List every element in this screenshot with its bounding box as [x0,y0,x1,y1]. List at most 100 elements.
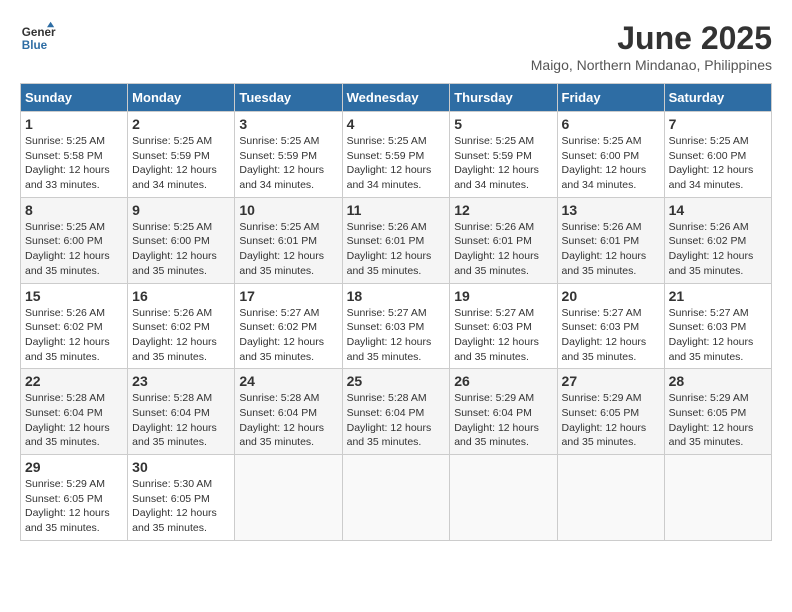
calendar-cell: 6 Sunrise: 5:25 AM Sunset: 6:00 PM Dayli… [557,112,664,198]
calendar-cell: 13 Sunrise: 5:26 AM Sunset: 6:01 PM Dayl… [557,197,664,283]
day-number: 19 [454,288,552,304]
calendar-cell: 7 Sunrise: 5:25 AM Sunset: 6:00 PM Dayli… [664,112,771,198]
calendar-cell: 22 Sunrise: 5:28 AM Sunset: 6:04 PM Dayl… [21,369,128,455]
calendar-cell: 9 Sunrise: 5:25 AM Sunset: 6:00 PM Dayli… [128,197,235,283]
calendar-cell: 19 Sunrise: 5:27 AM Sunset: 6:03 PM Dayl… [450,283,557,369]
calendar-cell: 21 Sunrise: 5:27 AM Sunset: 6:03 PM Dayl… [664,283,771,369]
calendar-cell: 10 Sunrise: 5:25 AM Sunset: 6:01 PM Dayl… [235,197,342,283]
day-info: Sunrise: 5:25 AM Sunset: 6:01 PM Dayligh… [239,220,337,279]
calendar-cell: 30 Sunrise: 5:30 AM Sunset: 6:05 PM Dayl… [128,455,235,541]
calendar-cell: 4 Sunrise: 5:25 AM Sunset: 5:59 PM Dayli… [342,112,450,198]
day-info: Sunrise: 5:29 AM Sunset: 6:05 PM Dayligh… [562,391,660,450]
calendar-cell: 24 Sunrise: 5:28 AM Sunset: 6:04 PM Dayl… [235,369,342,455]
day-number: 1 [25,116,123,132]
calendar-cell: 2 Sunrise: 5:25 AM Sunset: 5:59 PM Dayli… [128,112,235,198]
calendar-cell: 26 Sunrise: 5:29 AM Sunset: 6:04 PM Dayl… [450,369,557,455]
calendar-cell: 15 Sunrise: 5:26 AM Sunset: 6:02 PM Dayl… [21,283,128,369]
day-number: 20 [562,288,660,304]
day-number: 8 [25,202,123,218]
header-row: Sunday Monday Tuesday Wednesday Thursday… [21,84,772,112]
title-area: June 2025 Maigo, Northern Mindanao, Phil… [531,20,772,73]
day-number: 15 [25,288,123,304]
calendar-week-row: 15 Sunrise: 5:26 AM Sunset: 6:02 PM Dayl… [21,283,772,369]
day-number: 28 [669,373,767,389]
day-number: 5 [454,116,552,132]
day-number: 30 [132,459,230,475]
day-number: 22 [25,373,123,389]
col-wednesday: Wednesday [342,84,450,112]
calendar-cell: 28 Sunrise: 5:29 AM Sunset: 6:05 PM Dayl… [664,369,771,455]
day-info: Sunrise: 5:27 AM Sunset: 6:03 PM Dayligh… [454,306,552,365]
day-number: 2 [132,116,230,132]
day-number: 13 [562,202,660,218]
day-info: Sunrise: 5:28 AM Sunset: 6:04 PM Dayligh… [347,391,446,450]
day-info: Sunrise: 5:30 AM Sunset: 6:05 PM Dayligh… [132,477,230,536]
calendar-cell [557,455,664,541]
day-number: 16 [132,288,230,304]
day-info: Sunrise: 5:28 AM Sunset: 6:04 PM Dayligh… [239,391,337,450]
day-info: Sunrise: 5:27 AM Sunset: 6:03 PM Dayligh… [669,306,767,365]
calendar-table: Sunday Monday Tuesday Wednesday Thursday… [20,83,772,541]
day-number: 27 [562,373,660,389]
calendar-cell: 1 Sunrise: 5:25 AM Sunset: 5:58 PM Dayli… [21,112,128,198]
calendar-cell [235,455,342,541]
day-number: 11 [347,202,446,218]
day-info: Sunrise: 5:27 AM Sunset: 6:03 PM Dayligh… [562,306,660,365]
calendar-cell: 17 Sunrise: 5:27 AM Sunset: 6:02 PM Dayl… [235,283,342,369]
day-number: 25 [347,373,446,389]
calendar-cell: 3 Sunrise: 5:25 AM Sunset: 5:59 PM Dayli… [235,112,342,198]
day-info: Sunrise: 5:27 AM Sunset: 6:03 PM Dayligh… [347,306,446,365]
calendar-cell: 27 Sunrise: 5:29 AM Sunset: 6:05 PM Dayl… [557,369,664,455]
day-info: Sunrise: 5:27 AM Sunset: 6:02 PM Dayligh… [239,306,337,365]
day-number: 29 [25,459,123,475]
day-number: 23 [132,373,230,389]
calendar-cell: 25 Sunrise: 5:28 AM Sunset: 6:04 PM Dayl… [342,369,450,455]
calendar-cell [342,455,450,541]
day-number: 10 [239,202,337,218]
header: General Blue June 2025 Maigo, Northern M… [20,20,772,73]
calendar-cell: 16 Sunrise: 5:26 AM Sunset: 6:02 PM Dayl… [128,283,235,369]
day-info: Sunrise: 5:26 AM Sunset: 6:02 PM Dayligh… [132,306,230,365]
day-info: Sunrise: 5:28 AM Sunset: 6:04 PM Dayligh… [132,391,230,450]
day-info: Sunrise: 5:28 AM Sunset: 6:04 PM Dayligh… [25,391,123,450]
calendar-week-row: 8 Sunrise: 5:25 AM Sunset: 6:00 PM Dayli… [21,197,772,283]
day-number: 4 [347,116,446,132]
day-info: Sunrise: 5:26 AM Sunset: 6:01 PM Dayligh… [562,220,660,279]
day-number: 3 [239,116,337,132]
day-number: 6 [562,116,660,132]
day-number: 7 [669,116,767,132]
calendar-cell: 8 Sunrise: 5:25 AM Sunset: 6:00 PM Dayli… [21,197,128,283]
calendar-week-row: 29 Sunrise: 5:29 AM Sunset: 6:05 PM Dayl… [21,455,772,541]
day-info: Sunrise: 5:25 AM Sunset: 5:58 PM Dayligh… [25,134,123,193]
day-info: Sunrise: 5:26 AM Sunset: 6:01 PM Dayligh… [454,220,552,279]
calendar-cell: 29 Sunrise: 5:29 AM Sunset: 6:05 PM Dayl… [21,455,128,541]
day-number: 21 [669,288,767,304]
logo-icon: General Blue [20,20,56,56]
col-friday: Friday [557,84,664,112]
day-info: Sunrise: 5:29 AM Sunset: 6:05 PM Dayligh… [669,391,767,450]
day-number: 17 [239,288,337,304]
day-info: Sunrise: 5:25 AM Sunset: 5:59 PM Dayligh… [239,134,337,193]
calendar-cell: 18 Sunrise: 5:27 AM Sunset: 6:03 PM Dayl… [342,283,450,369]
day-info: Sunrise: 5:25 AM Sunset: 5:59 PM Dayligh… [132,134,230,193]
col-tuesday: Tuesday [235,84,342,112]
calendar-cell: 5 Sunrise: 5:25 AM Sunset: 5:59 PM Dayli… [450,112,557,198]
col-saturday: Saturday [664,84,771,112]
day-info: Sunrise: 5:25 AM Sunset: 5:59 PM Dayligh… [454,134,552,193]
day-number: 18 [347,288,446,304]
day-info: Sunrise: 5:25 AM Sunset: 6:00 PM Dayligh… [132,220,230,279]
calendar-cell: 12 Sunrise: 5:26 AM Sunset: 6:01 PM Dayl… [450,197,557,283]
day-info: Sunrise: 5:26 AM Sunset: 6:01 PM Dayligh… [347,220,446,279]
day-number: 26 [454,373,552,389]
day-number: 12 [454,202,552,218]
day-number: 9 [132,202,230,218]
calendar-cell [450,455,557,541]
day-info: Sunrise: 5:25 AM Sunset: 5:59 PM Dayligh… [347,134,446,193]
calendar-cell [664,455,771,541]
svg-text:Blue: Blue [22,39,48,52]
location-title: Maigo, Northern Mindanao, Philippines [531,57,772,73]
calendar-cell: 23 Sunrise: 5:28 AM Sunset: 6:04 PM Dayl… [128,369,235,455]
calendar-week-row: 22 Sunrise: 5:28 AM Sunset: 6:04 PM Dayl… [21,369,772,455]
col-monday: Monday [128,84,235,112]
day-number: 24 [239,373,337,389]
